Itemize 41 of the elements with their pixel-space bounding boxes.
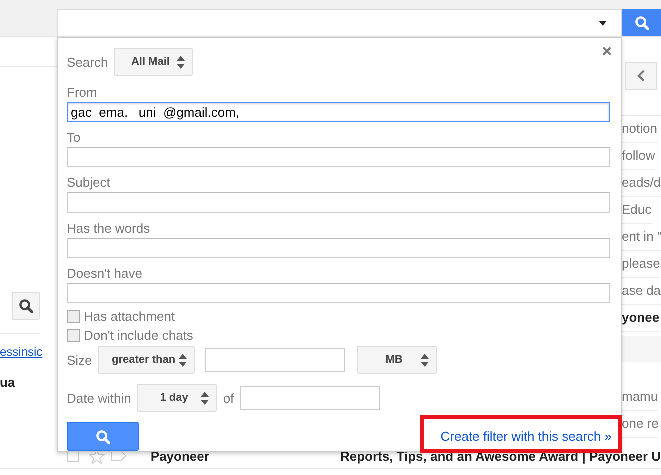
search-icon: [96, 430, 110, 444]
search-field[interactable]: [57, 9, 622, 36]
up-down-icon: [178, 354, 188, 367]
size-unit-dropdown[interactable]: MB: [357, 346, 438, 374]
field-label: To: [67, 131, 82, 146]
field-label: Subject: [67, 176, 112, 190]
checkbox[interactable]: [67, 329, 80, 342]
checkbox-label: Don't include chats: [84, 328, 194, 344]
search-icon: [19, 299, 33, 313]
search-button[interactable]: [67, 422, 139, 452]
input-field[interactable]: [205, 348, 346, 372]
date-range-dropdown[interactable]: 1 day: [137, 384, 218, 412]
size-operator-dropdown[interactable]: greater than: [98, 346, 196, 374]
caret-icon: [599, 20, 607, 26]
back-button[interactable]: [625, 62, 657, 90]
field-label: From: [67, 86, 98, 100]
sender-name: Payoneer: [150, 448, 210, 464]
input-field[interactable]: [67, 282, 610, 304]
field-label: Doesn't have: [67, 266, 144, 281]
field-label: Date within: [67, 390, 132, 406]
sender-name: ua: [0, 375, 16, 390]
input-field[interactable]: [67, 147, 610, 168]
field-label: of: [223, 390, 234, 406]
close-icon[interactable]: ×: [602, 42, 612, 62]
chevron-left-icon: [637, 70, 645, 82]
link[interactable]: essinsic: [0, 345, 43, 359]
field-label: Size: [67, 352, 92, 368]
scope-dropdown[interactable]: All Mail: [114, 48, 194, 76]
search-icon: [634, 16, 648, 30]
field-label: Search: [67, 54, 108, 70]
up-down-icon: [200, 392, 210, 405]
checkbox[interactable]: [67, 310, 80, 324]
input-field[interactable]: gac ema. uni @gmail.com,: [67, 102, 610, 122]
checkbox-label: Has attachment: [84, 309, 176, 324]
field-label: Has the words: [67, 222, 152, 236]
input-field[interactable]: [67, 192, 610, 213]
up-down-icon: [420, 354, 430, 367]
up-down-icon: [176, 56, 186, 68]
input-field[interactable]: [67, 238, 610, 258]
create-filter-link[interactable]: Create filter with this search »: [440, 429, 612, 444]
input-field[interactable]: [240, 386, 380, 410]
